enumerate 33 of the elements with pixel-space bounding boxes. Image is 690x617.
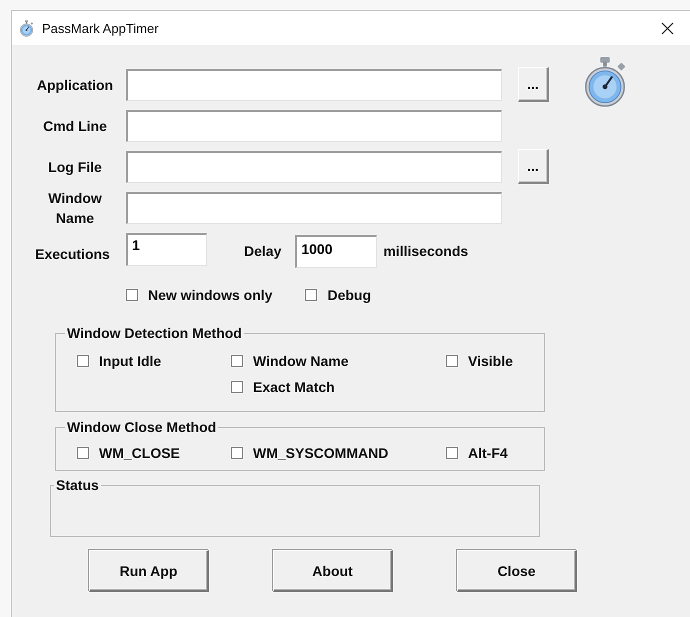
field-label: Cmd Line	[42, 116, 108, 136]
browse-button[interactable]: ...	[518, 67, 549, 102]
window-title: PassMark AppTimer	[42, 20, 160, 36]
checkbox[interactable]: Alt-F4	[446, 445, 544, 461]
browse-button[interactable]: ...	[518, 149, 549, 184]
field-label: Executions	[34, 245, 111, 264]
input-field[interactable]	[126, 192, 502, 224]
checkbox[interactable]: WM_CLOSE	[77, 445, 231, 461]
stopwatch-icon	[18, 20, 35, 36]
checkbox[interactable]: New windows only	[126, 287, 272, 303]
group-title: Status	[55, 477, 100, 493]
checkbox[interactable]: Window Name	[231, 353, 446, 369]
group-title: Window Close Method	[66, 419, 218, 435]
field-label: Delay	[244, 243, 282, 259]
input-field[interactable]	[126, 150, 502, 182]
field-label: Window Name	[47, 188, 103, 228]
unit-label: milliseconds	[383, 243, 468, 259]
input-field[interactable]: 1	[126, 232, 207, 266]
checkbox[interactable]: Exact Match	[231, 379, 446, 395]
dialog-button[interactable]: Close	[457, 550, 577, 592]
group-title: Window Detection Method	[66, 325, 243, 341]
dialog-button[interactable]: Run App	[89, 550, 209, 592]
input-field[interactable]	[126, 68, 502, 100]
checkbox[interactable]: Visible	[446, 353, 544, 369]
field-label: Log File	[47, 158, 103, 176]
dialog-button[interactable]: About	[273, 550, 393, 592]
input-field[interactable]: 1000	[295, 234, 378, 268]
checkbox[interactable]: WM_SYSCOMMAND	[231, 445, 446, 461]
checkbox[interactable]: Input Idle	[77, 353, 231, 369]
close-icon	[660, 22, 674, 34]
field-label: Application	[36, 76, 114, 94]
input-field[interactable]	[126, 110, 502, 142]
checkbox[interactable]: Debug	[305, 287, 372, 303]
